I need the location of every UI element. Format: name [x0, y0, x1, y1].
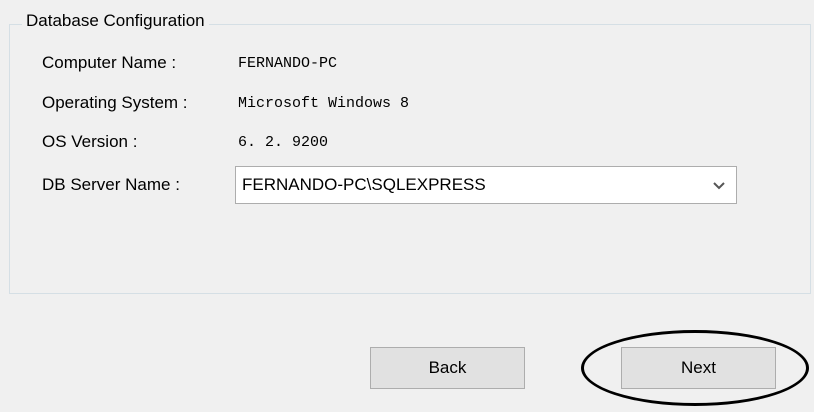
- operating-system-value: Microsoft Windows 8: [238, 95, 410, 112]
- db-server-name-select[interactable]: FERNANDO-PC\SQLEXPRESS: [235, 166, 737, 204]
- computer-name-label: Computer Name :: [42, 53, 177, 72]
- group-title: Database Configuration: [22, 11, 209, 31]
- db-server-name-label: DB Server Name :: [42, 175, 180, 194]
- next-button[interactable]: Next: [621, 347, 776, 389]
- database-configuration-dialog: Database Configuration Computer Name : F…: [0, 0, 814, 412]
- chevron-down-icon[interactable]: [712, 181, 726, 191]
- db-server-name-value: FERNANDO-PC\SQLEXPRESS: [242, 175, 486, 194]
- os-version-value: 6. 2. 9200: [238, 134, 329, 151]
- operating-system-label: Operating System :: [42, 93, 188, 112]
- os-version-label: OS Version :: [42, 132, 138, 151]
- computer-name-value: FERNANDO-PC: [238, 55, 338, 72]
- back-button[interactable]: Back: [370, 347, 525, 389]
